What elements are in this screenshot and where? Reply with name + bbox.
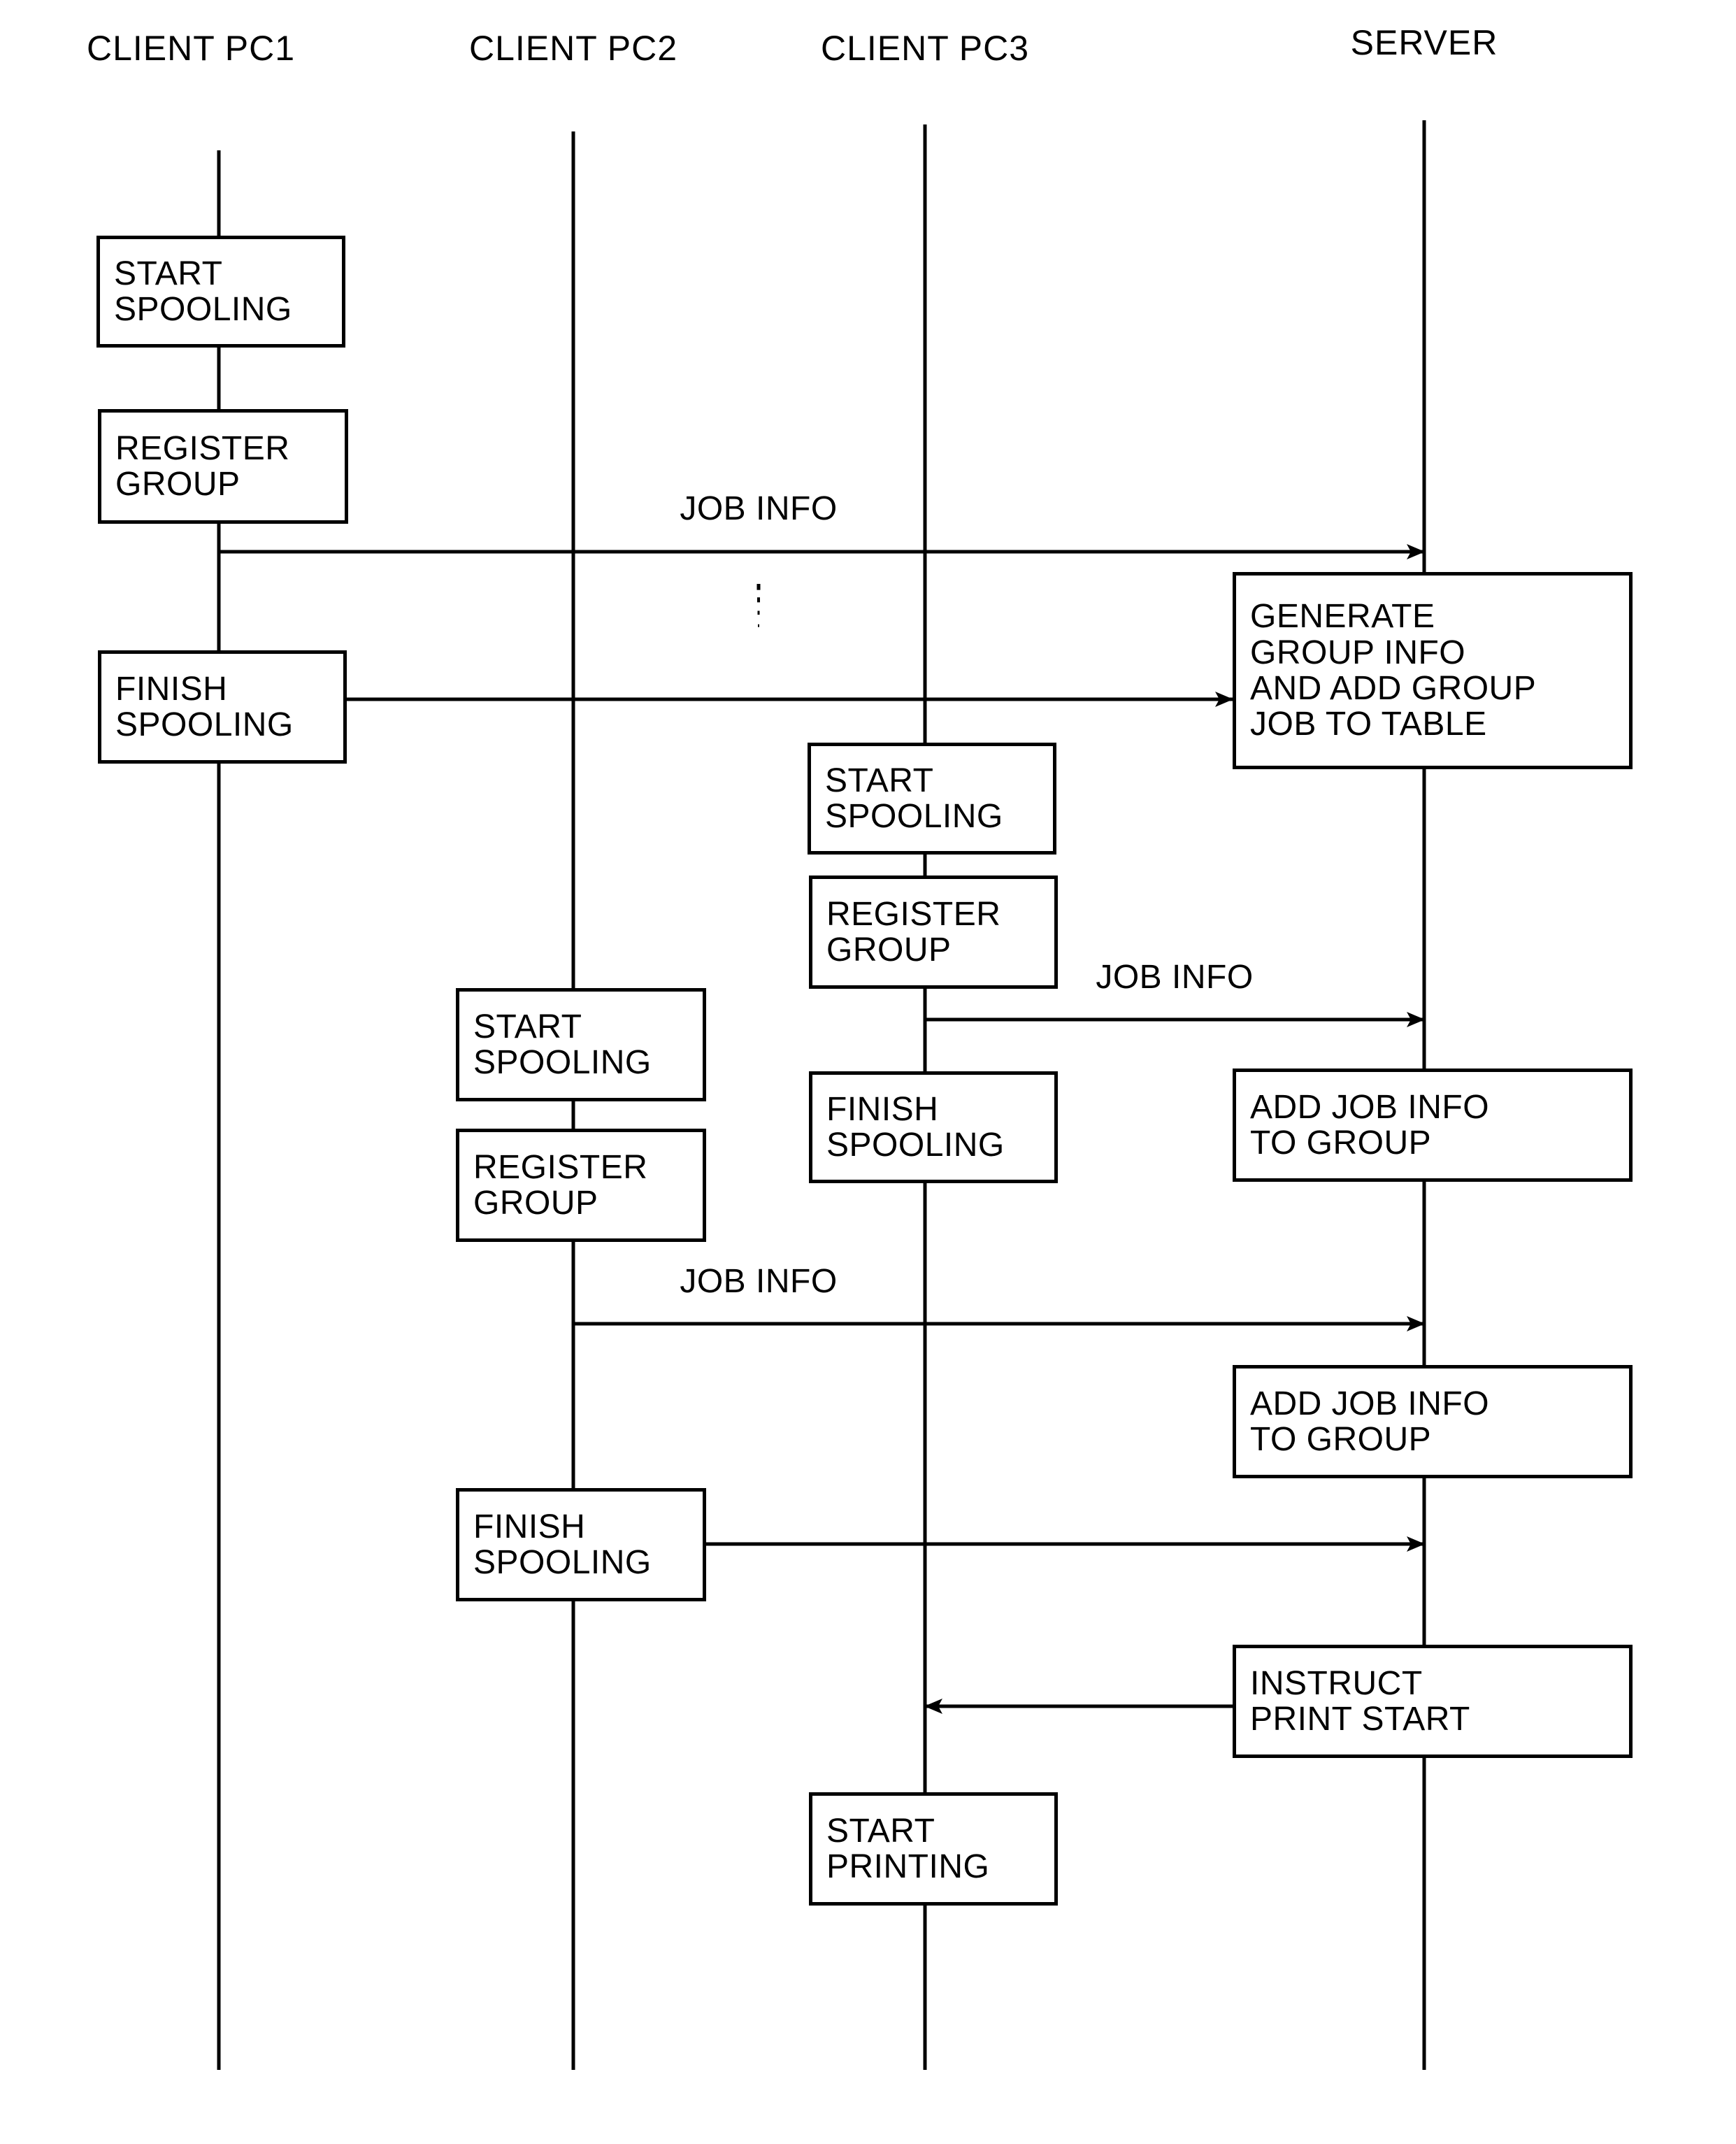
process-box-line: START	[825, 762, 934, 799]
process-box-line: PRINT START	[1250, 1701, 1470, 1738]
msg-job-info-1-label: JOB INFO	[680, 490, 838, 527]
process-box-line: ADD JOB INFO	[1250, 1088, 1490, 1126]
process-box-line: GROUP	[473, 1185, 598, 1222]
process-box-line: REGISTER	[115, 429, 290, 467]
process-box-line: SPOOLING	[114, 291, 292, 328]
process-box-pc2-start-spooling[interactable]: START SPOOLING	[456, 988, 706, 1101]
process-box-line: START	[114, 255, 223, 292]
lifeline-label-server: SERVER	[1350, 23, 1498, 62]
process-box-pc1-finish-spooling[interactable]: FINISH SPOOLING	[98, 650, 347, 764]
process-box-line: TO GROUP	[1250, 1124, 1432, 1162]
lifeline-label-pc3: CLIENT PC3	[820, 29, 1030, 68]
process-box-pc2-register-group[interactable]: REGISTER GROUP	[456, 1129, 706, 1242]
process-box-line: SPOOLING	[115, 706, 294, 743]
process-box-line: START	[826, 1812, 935, 1850]
msg-job-info-2-label: JOB INFO	[1096, 959, 1254, 996]
process-box-line: GROUP	[115, 466, 241, 503]
process-box-line: SPOOLING	[825, 798, 1003, 835]
process-box-pc3-finish-spooling[interactable]: FINISH SPOOLING	[809, 1071, 1058, 1183]
process-box-line: REGISTER	[826, 895, 1001, 933]
process-box-line: INSTRUCT	[1250, 1664, 1423, 1702]
process-box-line: AND ADD GROUP	[1250, 670, 1537, 707]
process-box-line: REGISTER	[473, 1148, 648, 1186]
process-box-pc3-start-spooling[interactable]: START SPOOLING	[808, 743, 1056, 855]
process-box-line: FINISH	[473, 1508, 586, 1545]
process-box-pc3-start-printing[interactable]: START PRINTING	[809, 1792, 1058, 1906]
process-box-line: GROUP	[826, 931, 952, 969]
lifeline-label-pc1: CLIENT PC1	[86, 29, 296, 68]
msg-job-info-3-label: JOB INFO	[680, 1263, 838, 1300]
sequence-diagram: CLIENT PC1 CLIENT PC2 CLIENT PC3 SERVER STA…	[0, 0, 1736, 2144]
process-box-line: START	[473, 1008, 582, 1045]
process-box-server-instruct[interactable]: INSTRUCT PRINT START	[1233, 1645, 1633, 1758]
process-box-pc1-start-spooling[interactable]: START SPOOLING	[96, 236, 345, 348]
process-box-server-add-job-1[interactable]: ADD JOB INFO TO GROUP	[1233, 1069, 1633, 1182]
process-box-line: SPOOLING	[473, 1044, 652, 1081]
process-box-line: PRINTING	[826, 1848, 990, 1885]
process-box-server-add-job-2[interactable]: ADD JOB INFO TO GROUP	[1233, 1365, 1633, 1478]
process-box-pc1-register-group[interactable]: REGISTER GROUP	[98, 409, 348, 524]
process-box-line: SPOOLING	[473, 1544, 652, 1581]
process-box-line: TO GROUP	[1250, 1421, 1432, 1458]
process-box-line: ADD JOB INFO	[1250, 1385, 1490, 1422]
lifeline-label-pc2: CLIENT PC2	[468, 29, 678, 68]
process-box-line: SPOOLING	[826, 1127, 1005, 1164]
process-box-server-generate[interactable]: GENERATE GROUP INFO AND ADD GROUP JOB TO TA…	[1233, 572, 1633, 769]
process-box-line: GROUP INFO	[1250, 634, 1466, 671]
process-box-line: FINISH	[115, 670, 228, 708]
process-box-pc3-register-group[interactable]: REGISTER GROUP	[809, 876, 1058, 989]
process-box-line: FINISH	[826, 1090, 939, 1128]
process-box-line: GENERATE	[1250, 598, 1435, 636]
process-box-line: JOB TO TABLE	[1250, 706, 1487, 743]
process-box-pc2-finish-spooling[interactable]: FINISH SPOOLING	[456, 1488, 706, 1601]
